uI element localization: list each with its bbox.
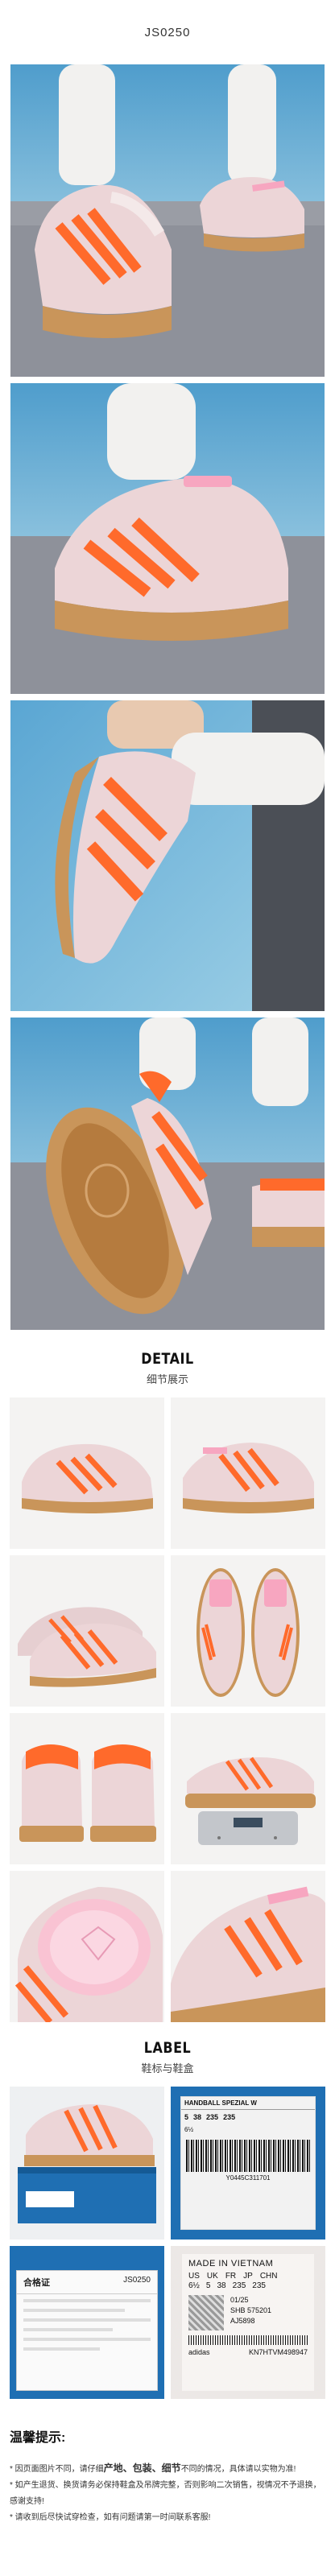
box-label-barcode-number: Y0445C311701	[225, 2174, 271, 2182]
detail-tile-on-scale	[171, 1713, 325, 1864]
notice-line-1-suffix: 不同的情况，具体请以实物为准!	[180, 2465, 296, 2474]
tongue-size-fr: 38	[217, 2281, 226, 2290]
notice-section: 温馨提示: * 因页面图片不同，请仔细产地、包装、细节不同的情况，具体请以实物为…	[10, 2426, 325, 2526]
tongue-line1: SHB 575201	[230, 2306, 272, 2314]
tongue-made-in: MADE IN VIETNAM	[188, 2259, 274, 2268]
detail-image-grid	[10, 1397, 325, 2022]
label-tile-certificate: 合格证 JS0250	[10, 2246, 164, 2399]
tongue-size-jp: 235	[232, 2281, 246, 2290]
tongue-size-header-chn: CHN	[259, 2272, 278, 2281]
box-label-size-jp: 235	[206, 2113, 219, 2121]
detail-tile-close-up	[171, 1871, 325, 2022]
tongue-size-header-uk: UK	[206, 2272, 218, 2281]
tongue-line2: AJ5898	[230, 2317, 255, 2325]
detail-tile-insole	[10, 1871, 164, 2022]
qr-code	[188, 2295, 224, 2330]
detail-tile-heels	[10, 1713, 164, 1864]
barcode	[186, 2140, 310, 2172]
box-label-size-uk: 5	[184, 2113, 189, 2121]
tongue-size-header-us: US	[188, 2272, 200, 2281]
tongue-brand: adidas	[188, 2348, 210, 2356]
certificate-card: 合格证 JS0250	[16, 2270, 158, 2391]
detail-section-header: DETAIL 细节展示	[0, 1336, 335, 1397]
tongue-code: KN7HTVM498947	[248, 2348, 308, 2356]
product-photo-4	[10, 1018, 325, 1330]
label-title-cn: 鞋标与鞋盒	[141, 2062, 194, 2074]
notice-highlight: 产地、包装、细节	[103, 2462, 181, 2474]
label-tile-shoe-on-box	[10, 2087, 164, 2240]
detail-tile-side-right	[171, 1397, 325, 1549]
label-tile-box-label: HANDBALL SPEZIAL W 5 38 235 235 6½ Y0445…	[171, 2087, 325, 2240]
label-section-header: LABEL 鞋标与鞋盒	[0, 2022, 335, 2087]
notice-line-3: * 请收到后尽快试穿检查，如有问题请第一时间联系客服!	[10, 2513, 211, 2522]
tongue-label: MADE IN VIETNAM US UK FR JP CHN 6½ 5 38 …	[182, 2254, 314, 2391]
detail-tile-side-left	[10, 1397, 164, 1549]
label-title-en: LABEL	[143, 2038, 192, 2057]
box-label-sticker: HANDBALL SPEZIAL W 5 38 235 235 6½ Y0445…	[180, 2096, 316, 2230]
tongue-size-header-fr: FR	[225, 2272, 237, 2281]
certificate-code: JS0250	[123, 2276, 151, 2285]
label-image-grid: HANDBALL SPEZIAL W 5 38 235 235 6½ Y0445…	[10, 2087, 325, 2399]
product-detail-page: JS0250 DETAIL 细节展示 LABEL 鞋标与鞋盒 HANDBALL …	[0, 0, 335, 2576]
product-photo-3	[10, 700, 325, 1011]
box-label-size-chn: 235	[223, 2113, 236, 2121]
tongue-size-chn: 235	[252, 2281, 266, 2290]
box-label-size-fr: 38	[193, 2113, 202, 2121]
detail-tile-pair-angled	[10, 1555, 164, 1707]
tongue-date: 01/25	[230, 2296, 249, 2304]
product-photo-2	[10, 383, 325, 694]
tongue-size-uk: 5	[205, 2281, 211, 2290]
box-label-us-size: 6½	[184, 2126, 194, 2133]
box-label-model: HANDBALL SPEZIAL W	[184, 2099, 257, 2107]
notice-line-1: * 因页面图片不同，请仔细产地、包装、细节不同的情况，具体请以实物为准!	[10, 2460, 325, 2478]
notice-line-2: * 如产生退货、换货请务必保持鞋盒及吊牌完整，否则影响二次销售，视情况不予退换，…	[10, 2481, 321, 2506]
detail-title-en: DETAIL	[141, 1349, 194, 1368]
detail-tile-top-view	[171, 1555, 325, 1707]
certificate-title: 合格证	[23, 2278, 50, 2288]
tongue-size-us: 6½	[188, 2281, 200, 2290]
notice-title: 温馨提示:	[10, 2431, 66, 2445]
product-code: JS0250	[144, 25, 191, 39]
detail-title-cn: 细节展示	[146, 1373, 188, 1385]
label-tile-tongue-label: MADE IN VIETNAM US UK FR JP CHN 6½ 5 38 …	[171, 2246, 325, 2399]
notice-line-1-prefix: * 因页面图片不同，请仔细	[10, 2465, 104, 2474]
tongue-barcode	[188, 2335, 308, 2345]
tongue-size-header-jp: JP	[243, 2272, 253, 2281]
product-photo-1	[10, 64, 325, 377]
